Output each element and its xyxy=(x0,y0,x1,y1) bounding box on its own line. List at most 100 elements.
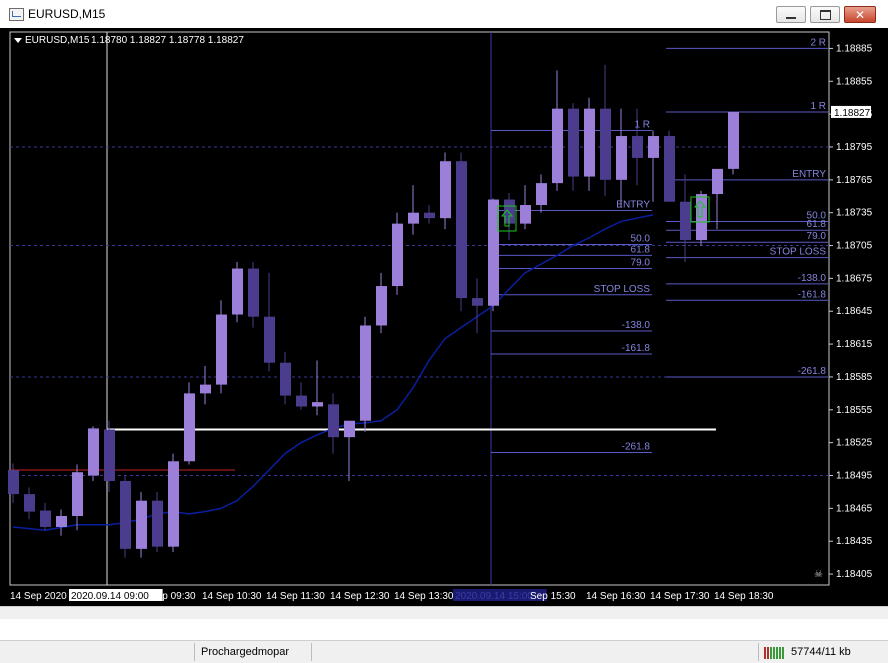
first-fibo-level-label: -138.0 xyxy=(622,320,651,331)
candle-body xyxy=(296,395,307,407)
price-tick-label: 1.18405 xyxy=(836,569,873,580)
candle-body xyxy=(216,314,227,385)
candle-body xyxy=(408,212,419,224)
plot-border xyxy=(9,31,830,586)
price-axis: 1.188851.188551.188251.187951.187651.187… xyxy=(814,43,873,580)
candle-body xyxy=(568,108,579,177)
first-fibo-level-label: 50.0 xyxy=(631,233,651,244)
price-tick-label: 1.18615 xyxy=(836,339,873,350)
candle-body xyxy=(664,136,675,202)
price-tick-label: 1.18555 xyxy=(836,405,873,416)
fibo-lines xyxy=(10,47,828,471)
candle-body xyxy=(40,510,51,527)
second-fibo-level-label: -138.0 xyxy=(798,273,827,284)
close-icon: ✕ xyxy=(854,7,866,22)
price-tick-label: 1.18765 xyxy=(836,175,873,186)
time-axis: 14 Sep 2020 2020.09.14 09:00 Sep 09:30 14 S… xyxy=(10,589,774,602)
candle-body xyxy=(552,108,563,184)
candle-body xyxy=(360,325,371,421)
time-tick-label: Sep 09:30 xyxy=(150,591,196,602)
status-divider xyxy=(311,643,312,661)
time-tick-label: 2020.09.14 15:00 xyxy=(455,591,533,602)
time-tick-label: 14 Sep 13:30 xyxy=(394,591,454,602)
time-tick-label: 14 Sep 2020 xyxy=(10,591,67,602)
window-title: EURUSD,M15 xyxy=(28,7,106,21)
candle-body xyxy=(600,108,611,180)
status-bar: Prochargedmopar 57744/11 kb xyxy=(0,640,888,663)
time-tick-label: 2020.09.14 09:00 xyxy=(71,591,149,602)
minimize-button[interactable] xyxy=(776,6,806,23)
price-tick-label: 1.18525 xyxy=(836,438,873,449)
first-fibo-level-label: 79.0 xyxy=(631,258,651,269)
maximize-button[interactable] xyxy=(810,6,840,23)
candle-body xyxy=(280,362,291,396)
candle-body xyxy=(88,428,99,476)
status-divider xyxy=(758,643,759,661)
first-fibo-level-label: STOP LOSS xyxy=(594,284,651,295)
chart-window-icon xyxy=(9,8,24,21)
candle-body xyxy=(616,136,627,180)
price-tick-label: 1.18705 xyxy=(836,241,873,252)
candle-body xyxy=(344,420,355,438)
candle-body xyxy=(440,161,451,219)
fibo-labels: 1 RENTRY50.061.879.0STOP LOSS-138.0-161.… xyxy=(594,37,827,452)
first-fibo-level-label: 1 R xyxy=(634,120,650,131)
horizontal-scrollbar[interactable] xyxy=(0,606,888,619)
time-tick-label: 14 Sep 18:30 xyxy=(714,591,774,602)
candle-body xyxy=(104,429,115,481)
candle-body xyxy=(472,298,483,306)
price-tick-label: 1.18585 xyxy=(836,372,873,383)
first-fibo-level-label: -161.8 xyxy=(622,343,651,354)
second-fibo-level-label: 79.0 xyxy=(807,231,827,242)
close-button[interactable]: ✕ xyxy=(844,6,876,23)
second-fibo-level-label: 61.8 xyxy=(807,219,827,230)
price-tick-label: 1.18645 xyxy=(836,306,873,317)
time-tick-label: 14 Sep 16:30 xyxy=(586,591,646,602)
candle-body xyxy=(456,161,467,299)
price-tick-label: 1.18885 xyxy=(836,43,873,54)
time-tick-label: 14 Sep 17:30 xyxy=(650,591,710,602)
candle-body xyxy=(8,470,19,495)
candle-body xyxy=(584,108,595,177)
candle-body xyxy=(424,212,435,219)
status-divider xyxy=(194,643,195,661)
chart-grid xyxy=(9,31,830,586)
second-fibo-level-label: -261.8 xyxy=(798,366,827,377)
window-title-bar: EURUSD,M15 ✕ xyxy=(0,0,888,29)
first-fibo-level-label: ENTRY xyxy=(616,199,650,210)
symbol-dropdown-icon[interactable] xyxy=(14,38,22,43)
second-fibo-level-label: 1 R xyxy=(810,101,826,112)
price-tick-label: 1.18435 xyxy=(836,536,873,547)
candle-body xyxy=(488,199,499,306)
second-fibo-level-label: ENTRY xyxy=(792,169,826,180)
chart-header: EURUSD,M15 1.18780 1.18827 1.18778 1.188… xyxy=(14,35,244,46)
candle-body xyxy=(72,472,83,517)
second-fibo-level-label: STOP LOSS xyxy=(770,247,827,258)
price-tick-label: 1.18855 xyxy=(836,76,873,87)
chart-canvas[interactable]: 1 RENTRY50.061.879.0STOP LOSS-138.0-161.… xyxy=(0,28,888,606)
candles xyxy=(8,64,739,558)
profile-name: Prochargedmopar xyxy=(201,646,290,658)
chart-symbol: EURUSD,M15 xyxy=(25,35,90,46)
candle-body xyxy=(536,183,547,206)
first-fibo-level-label: -261.8 xyxy=(622,441,651,452)
price-tick-label: 1.18735 xyxy=(836,208,873,219)
time-tick-label: Sep 15:30 xyxy=(530,591,576,602)
candle-body xyxy=(712,168,723,195)
candle-body xyxy=(728,111,739,169)
candle-body xyxy=(520,205,531,224)
candle-body xyxy=(648,136,659,158)
candle-body xyxy=(328,404,339,438)
candle-body xyxy=(120,480,131,549)
candle-body xyxy=(632,136,643,158)
candle-body xyxy=(232,268,243,315)
price-tick-label: 1.18675 xyxy=(836,273,873,284)
price-tick-label: 1.18465 xyxy=(836,503,873,514)
candle-body xyxy=(248,268,259,317)
candle-body xyxy=(376,286,387,326)
candle-body xyxy=(392,223,403,287)
candle-body xyxy=(136,500,147,549)
current-price-label: 1.18827 xyxy=(834,108,871,119)
candle-body xyxy=(200,384,211,394)
price-chart[interactable]: 1 R ENTRY 50.0 61.8 79.0 STOP LOSS -138.0 -161.… xyxy=(0,28,888,606)
